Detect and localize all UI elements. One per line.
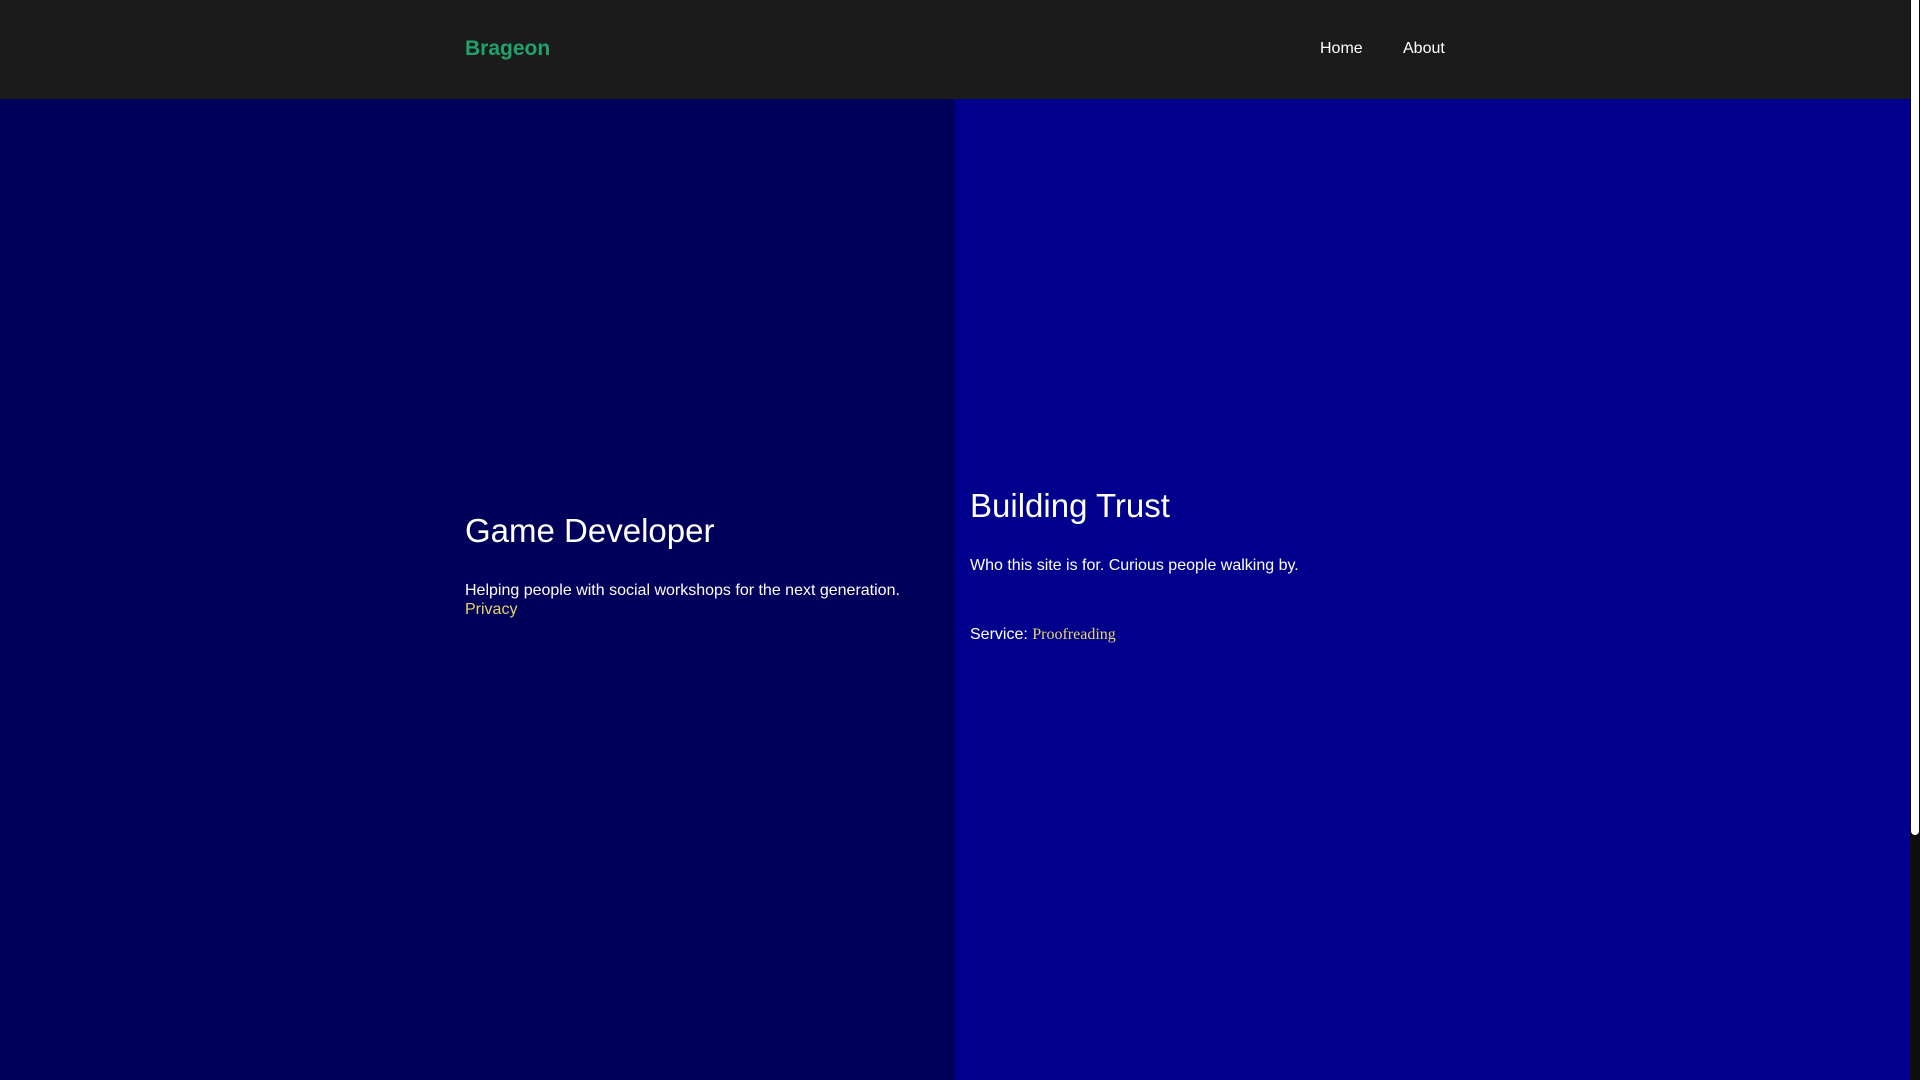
nav-about-link[interactable]: About bbox=[1403, 39, 1445, 59]
service-link[interactable]: Proofreading bbox=[1032, 626, 1116, 643]
brand-logo-link[interactable]: Brageon bbox=[465, 36, 550, 62]
nav-home-link[interactable]: Home bbox=[1320, 39, 1363, 59]
service-label: Service: bbox=[970, 626, 1028, 643]
right-panel-description: Who this site is for. Curious people wal… bbox=[970, 557, 1299, 574]
scrollbar-thumb[interactable] bbox=[1911, 0, 1919, 835]
right-panel bbox=[955, 99, 1910, 1080]
left-panel-title: Game Developer bbox=[465, 512, 715, 549]
service-line: Service: Proofreading bbox=[970, 625, 1116, 644]
left-panel-description: Helping people with social workshops for… bbox=[465, 582, 900, 599]
page: Brageon Home About Game Developer Helpin… bbox=[0, 0, 1920, 1080]
privacy-link[interactable]: Privacy bbox=[465, 600, 517, 619]
right-panel-title: Building Trust bbox=[970, 487, 1170, 524]
navbar: Brageon Home About bbox=[0, 0, 1910, 99]
